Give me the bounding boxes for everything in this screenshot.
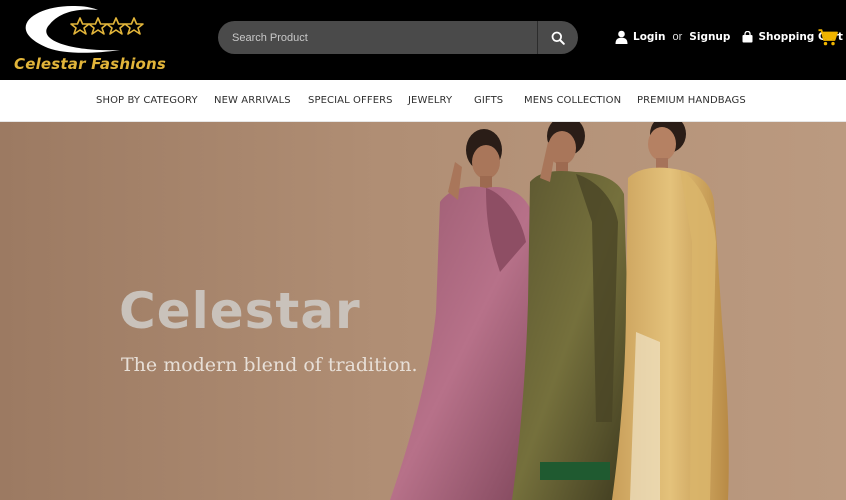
nav-mens-collection[interactable]: MENS COLLECTION [524, 95, 621, 106]
shopping-bag-icon [742, 31, 753, 43]
brand-name: Celestar Fashions [14, 55, 167, 73]
logo-emblem-icon [25, 6, 144, 53]
search-button[interactable] [537, 21, 578, 54]
nav-premium-handbags[interactable]: PREMIUM HANDBAGS [637, 95, 746, 106]
login-link[interactable]: Login [633, 31, 666, 43]
nav-gifts[interactable]: GIFTS [474, 95, 503, 106]
cart-icon[interactable] [818, 29, 838, 46]
main-navigation: SHOP BY CATEGORY NEW ARRIVALS SPECIAL OF… [0, 80, 846, 122]
account-links: Login or Signup Shopping Cart [615, 28, 843, 46]
nav-jewelry[interactable]: JEWELRY [408, 95, 452, 106]
search-bar [218, 21, 578, 54]
nav-new-arrivals[interactable]: NEW ARRIVALS [214, 95, 291, 106]
search-input[interactable] [218, 21, 538, 54]
signup-link[interactable]: Signup [689, 31, 730, 43]
hero-banner[interactable]: Celestar The modern blend of tradition. [0, 122, 846, 500]
nav-special-offers[interactable]: SPECIAL OFFERS [308, 95, 393, 106]
hero-title: Celestar [119, 282, 361, 340]
or-separator: or [672, 31, 683, 43]
user-icon [615, 30, 628, 44]
top-header: Celestar Fashions Login or Signup Shoppi… [0, 0, 846, 80]
brand-logo[interactable]: Celestar Fashions [12, 4, 187, 74]
nav-shop-by-category[interactable]: SHOP BY CATEGORY [96, 95, 198, 106]
hero-subtitle: The modern blend of tradition. [121, 354, 418, 376]
search-icon [551, 31, 565, 45]
